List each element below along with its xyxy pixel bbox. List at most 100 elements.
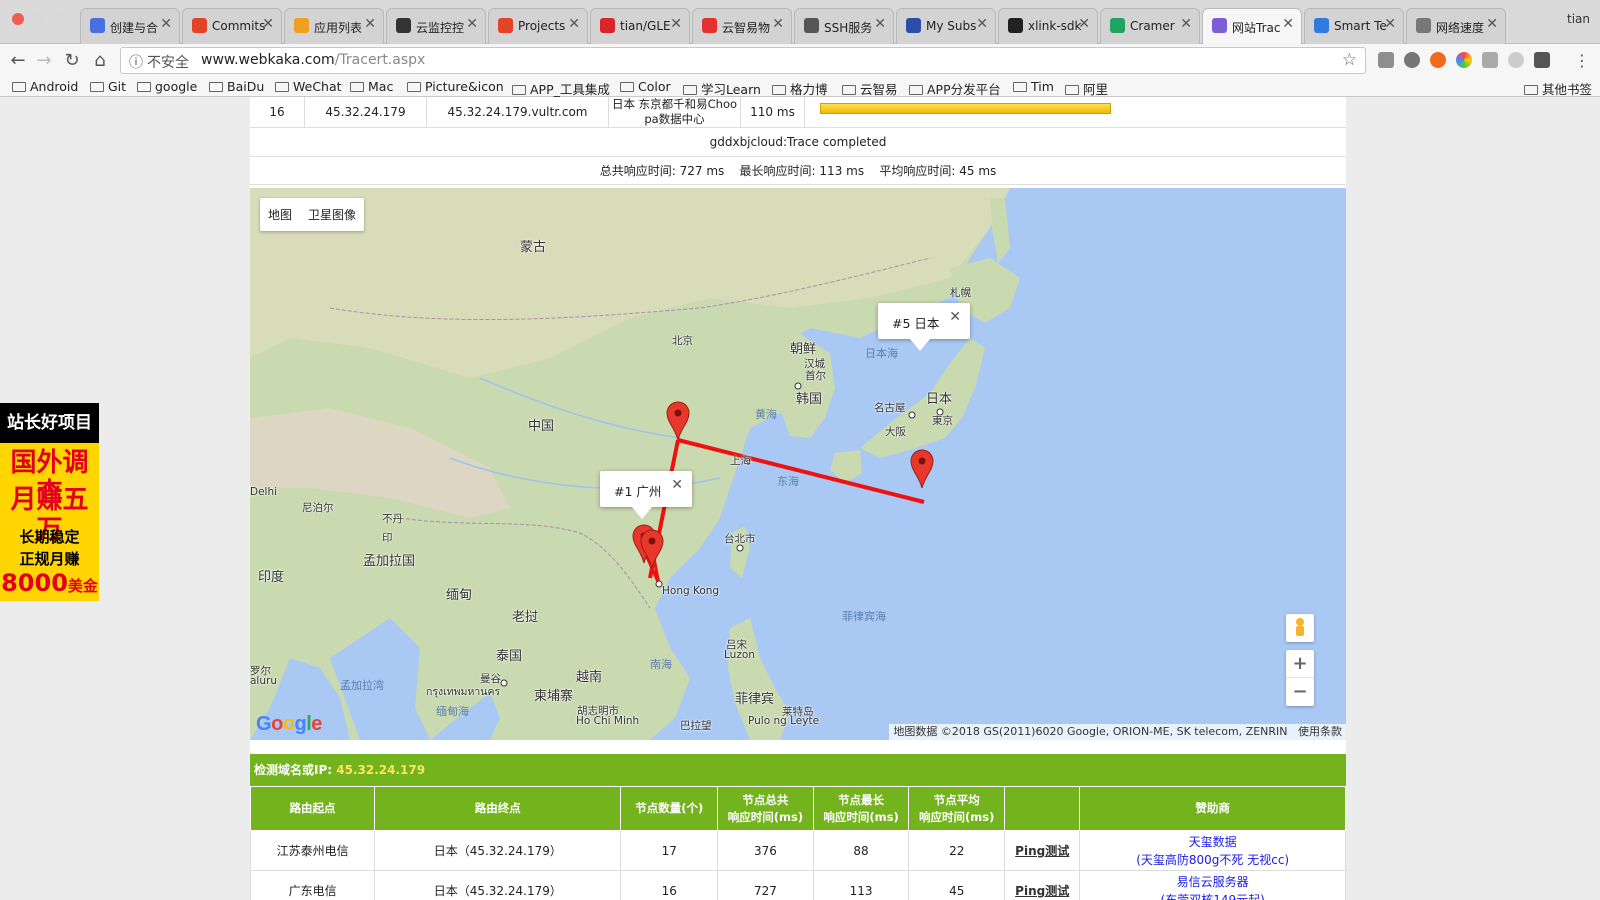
menu-kebab-icon[interactable]: ⋮ [1570,49,1594,73]
terms-link[interactable]: 使用条款 [1298,725,1342,738]
tab-13[interactable]: Smart Te ✕ [1304,8,1404,44]
extension-moon-icon[interactable] [1508,52,1524,68]
results-table: 路由起点 路由终点 节点数量(个) 节点总共 响应时间(ms) 节点最长 响应时间(ms) 节… [249,786,1346,900]
info-icon[interactable]: ⓘ [129,52,143,72]
address-bar[interactable]: ⓘ 不安全 www.webkaka.com/Tracert.aspx ☆ [120,47,1366,74]
route-map[interactable]: 地图 卫星图像 蒙古 中国 朝鲜 韩国 汉城 首尔 日本 日本海 黄海 东海 上海 台北市 Hong K… [250,188,1346,740]
browser-toolbar: ← → ↻ ⌂ ⓘ 不安全 www.webkaka.com/Tracert.as… [0,44,1600,77]
minimize-window-icon[interactable] [32,13,44,25]
bookmark-10[interactable]: 学习Learn [683,79,761,98]
map-marker-pin-icon[interactable] [910,449,934,489]
map-type-map[interactable]: 地图 [260,206,300,223]
folder-icon [512,85,526,95]
bookmark-8[interactable]: APP_工具集成 [512,79,610,98]
tab-close-icon[interactable]: ✕ [1078,16,1090,32]
home-icon[interactable]: ⌂ [88,49,112,73]
bookmark-1[interactable]: Android [12,79,78,94]
bookmark-14[interactable]: Tim [1013,79,1054,94]
tab-7[interactable]: 云智易物 ✕ [692,8,792,44]
bookmark-star-icon[interactable]: ☆ [1342,50,1357,70]
extension-square-icon[interactable] [1534,52,1550,68]
bookmark-5[interactable]: WeChat [275,79,342,94]
tab-close-icon[interactable]: ✕ [1282,16,1294,32]
zoom-control[interactable]: + − [1286,650,1314,706]
tab-3[interactable]: 应用列表 ✕ [284,8,384,44]
extension-orange-icon[interactable] [1430,52,1446,68]
side-advertisement[interactable]: 站长好项目 国外调查 月赚五万 长期稳定 正规月赚 8000美金 [0,403,99,601]
tab-close-icon[interactable]: ✕ [262,16,274,32]
tab-title: Commits [212,19,266,33]
profile-name[interactable]: tian [1567,12,1590,26]
tab-4[interactable]: 云监控控 ✕ [386,8,486,44]
sponsor-description[interactable]: (东莞双核149元起) [1080,891,1345,900]
bookmark-13[interactable]: APP分发平台 [909,79,1001,98]
bookmark-11[interactable]: 格力博 [772,79,828,98]
google-logo[interactable]: Google [256,713,322,736]
bookmark-7[interactable]: Picture&icon [407,79,504,94]
tab-9[interactable]: My Subs ✕ [896,8,996,44]
folder-icon [275,82,289,92]
url-text[interactable]: www.webkaka.com/Tracert.aspx [201,52,425,68]
tab-close-icon[interactable]: ✕ [976,16,988,32]
reload-icon[interactable]: ↻ [60,49,84,73]
sponsor-link[interactable]: 易信云服务器 [1080,873,1345,891]
bookmark-2[interactable]: Git [90,79,126,94]
tab-close-icon[interactable]: ✕ [874,16,886,32]
tab-close-icon[interactable]: ✕ [1486,16,1498,32]
map-canvas[interactable] [250,188,1346,740]
color-picker-icon[interactable] [1456,52,1472,68]
ad-line-4: 正规月赚 [19,550,80,568]
sponsor-link[interactable]: 天玺数据 [1080,833,1345,851]
bookmark-6[interactable]: Mac [350,79,393,94]
tab-10[interactable]: xlink-sdk ✕ [998,8,1098,44]
map-label: 孟加拉湾 [340,679,384,692]
info-window-guangzhou[interactable]: #1 广州 ✕ [600,471,692,519]
zoom-in-button[interactable]: + [1286,650,1314,678]
tab-close-icon[interactable]: ✕ [1384,16,1396,32]
folder-icon [350,82,364,92]
settings-gear-icon[interactable] [1404,52,1420,68]
bookmark-15[interactable]: 阿里 [1065,79,1108,98]
forward-arrow-icon[interactable]: → [32,49,56,73]
bookmark-9[interactable]: Color [620,79,671,94]
map-type-satellite[interactable]: 卫星图像 [300,206,364,223]
bookmark-4[interactable]: BaiDu [209,79,264,94]
extension-icon[interactable] [1378,52,1394,68]
ping-test-link[interactable]: Ping测试 [1015,884,1069,898]
info-window-japan[interactable]: #5 日本 ✕ [878,303,970,351]
other-bookmarks[interactable]: 其他书签 [1523,79,1592,98]
pgyer-icon [294,18,309,33]
close-icon[interactable]: ✕ [949,309,961,325]
close-window-icon[interactable] [12,13,24,25]
tab-close-icon[interactable]: ✕ [568,16,580,32]
street-view-pegman-icon[interactable] [1286,614,1314,642]
tab-6[interactable]: tian/GLE ✕ [590,8,690,44]
map-type-control[interactable]: 地图 卫星图像 [260,198,365,231]
smart-icon [1314,18,1329,33]
zoom-out-button[interactable]: − [1286,678,1314,706]
bookmark-3[interactable]: google [137,79,197,94]
back-arrow-icon[interactable]: ← [6,49,30,73]
tab-close-icon[interactable]: ✕ [364,16,376,32]
tab-8[interactable]: SSH服务 ✕ [794,8,894,44]
folder-icon [90,82,104,92]
tab-12[interactable]: 网站Trac ✕ [1202,8,1302,44]
tab-5[interactable]: Projects ✕ [488,8,588,44]
tab-2[interactable]: Commits ✕ [182,8,282,44]
tab-close-icon[interactable]: ✕ [772,16,784,32]
tab-close-icon[interactable]: ✕ [1180,16,1192,32]
bookmark-12[interactable]: 云智易 [842,79,898,98]
sponsor-description[interactable]: (天玺高防800g不死 无视cc) [1080,851,1345,869]
ping-test-link[interactable]: Ping测试 [1015,844,1069,858]
tab-1[interactable]: 创建与合 ✕ [80,8,180,44]
maximize-window-icon[interactable] [52,13,64,25]
rp-extension-icon[interactable] [1482,52,1498,68]
column-header [1004,786,1081,831]
tab-11[interactable]: Cramer ✕ [1100,8,1200,44]
table-row: 广东电信 日本（45.32.24.179） 16 727 113 45 Ping测试 易信云服… [249,870,1346,900]
tab-close-icon[interactable]: ✕ [466,16,478,32]
tab-14[interactable]: 网络速度 ✕ [1406,8,1506,44]
tab-close-icon[interactable]: ✕ [670,16,682,32]
close-icon[interactable]: ✕ [671,477,683,493]
tab-close-icon[interactable]: ✕ [160,16,172,32]
